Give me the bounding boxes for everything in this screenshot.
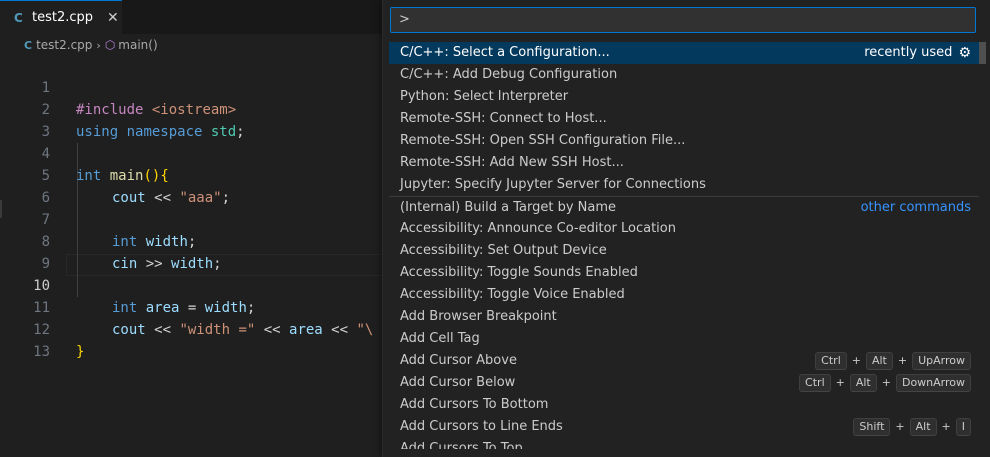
key-cap: Ctrl xyxy=(815,352,847,370)
key-plus: + xyxy=(895,420,905,433)
command-input[interactable]: > xyxy=(390,7,976,33)
command-item[interactable]: Accessibility: Set Output Device xyxy=(389,240,979,262)
gear-icon[interactable]: ⚙ xyxy=(958,42,971,64)
command-item[interactable]: Accessibility: Announce Co-editor Locati… xyxy=(389,218,979,240)
command-item[interactable]: Jupyter: Specify Jupyter Server for Conn… xyxy=(389,174,979,196)
command-label: Accessibility: Announce Co-editor Locati… xyxy=(400,221,676,236)
command-label: Accessibility: Set Output Device xyxy=(400,243,607,258)
key-cap: I xyxy=(955,418,971,436)
tab-label: test2.cpp xyxy=(32,10,94,25)
key-plus: + xyxy=(881,376,891,389)
chevron-right-icon: › xyxy=(96,38,101,52)
key-cap: Alt xyxy=(909,418,937,436)
command-label: Add Cursor Above xyxy=(400,353,517,368)
command-label: Remote-SSH: Add New SSH Host... xyxy=(400,155,624,170)
keybinding: Ctrl + Alt + UpArrow xyxy=(815,350,971,372)
other-commands-label: other commands xyxy=(860,200,971,215)
keybinding: Shift + Alt + I xyxy=(853,416,971,438)
command-label: (Internal) Build a Target by Name xyxy=(400,200,617,215)
breadcrumb-file[interactable]: test2.cpp xyxy=(36,38,92,52)
key-cap: Alt xyxy=(865,352,893,370)
key-plus: + xyxy=(851,354,861,367)
key-plus: + xyxy=(941,420,951,433)
recently-used-label: recently used xyxy=(864,45,953,60)
command-item[interactable]: Remote-SSH: Open SSH Configuration File.… xyxy=(389,130,979,152)
code-token: } xyxy=(76,344,85,360)
key-cap: Shift xyxy=(853,418,891,436)
scrollbar[interactable] xyxy=(979,42,986,64)
command-item[interactable]: Add Cell Tag xyxy=(389,328,979,350)
command-label: Jupyter: Specify Jupyter Server for Conn… xyxy=(400,177,706,192)
command-item[interactable]: Accessibility: Toggle Voice Enabled xyxy=(389,284,979,306)
keybinding: Ctrl + Alt + DownArrow xyxy=(799,372,971,394)
breadcrumb-symbol[interactable]: main() xyxy=(118,38,157,52)
command-item[interactable]: Add Cursors To Top xyxy=(389,438,979,449)
command-item[interactable]: (Internal) Build a Target by Name other … xyxy=(389,196,979,218)
command-item[interactable]: Add Cursor Above Ctrl + Alt + UpArrow xyxy=(389,350,979,372)
command-label: Add Cursors To Top xyxy=(400,441,523,449)
command-label: Remote-SSH: Open SSH Configuration File.… xyxy=(400,133,686,148)
command-label: Accessibility: Toggle Sounds Enabled xyxy=(400,265,638,280)
key-cap: Alt xyxy=(849,374,877,392)
command-item[interactable]: Add Cursors To Bottom xyxy=(389,394,979,416)
key-plus: + xyxy=(835,376,845,389)
command-item[interactable]: C/C++: Select a Configuration... recentl… xyxy=(389,42,979,64)
line-number: 13 xyxy=(33,344,50,360)
command-palette: > C/C++: Select a Configuration... recen… xyxy=(382,0,990,457)
key-plus: + xyxy=(897,354,908,367)
tab-test2-cpp[interactable]: C test2.cpp ✕ xyxy=(0,0,122,34)
command-item[interactable]: Accessibility: Toggle Sounds Enabled xyxy=(389,262,979,284)
command-label: Remote-SSH: Connect to Host... xyxy=(400,111,607,126)
command-label: C/C++: Add Debug Configuration xyxy=(400,67,618,82)
key-cap: UpArrow xyxy=(912,352,971,370)
close-icon[interactable]: ✕ xyxy=(107,10,119,26)
command-label: Python: Select Interpreter xyxy=(400,89,569,104)
key-cap: Ctrl xyxy=(799,374,831,392)
command-item[interactable]: Python: Select Interpreter xyxy=(389,86,979,108)
command-item[interactable]: Remote-SSH: Add New SSH Host... xyxy=(389,152,979,174)
command-label: C/C++: Select a Configuration... xyxy=(400,45,610,60)
command-label: Add Cursors to Line Ends xyxy=(400,419,563,434)
command-item[interactable]: C/C++: Add Debug Configuration xyxy=(389,64,979,86)
command-item[interactable]: Add Browser Breakpoint xyxy=(389,306,979,328)
command-item[interactable]: Add Cursors to Line Ends Shift + Alt + I xyxy=(389,416,979,438)
command-label: Add Browser Breakpoint xyxy=(400,309,557,324)
command-item[interactable]: Remote-SSH: Connect to Host... xyxy=(389,108,979,130)
cpp-file-icon: C xyxy=(24,38,33,52)
command-label: Add Cell Tag xyxy=(400,331,480,346)
command-label: Add Cursor Below xyxy=(400,375,516,390)
command-item[interactable]: Add Cursor Below Ctrl + Alt + DownArrow xyxy=(389,372,979,394)
command-label: Add Cursors To Bottom xyxy=(400,397,549,412)
command-label: Accessibility: Toggle Voice Enabled xyxy=(400,287,625,302)
key-cap: DownArrow xyxy=(895,374,971,392)
cpp-file-icon: C xyxy=(14,10,23,25)
method-icon: ⬡ xyxy=(104,38,116,52)
